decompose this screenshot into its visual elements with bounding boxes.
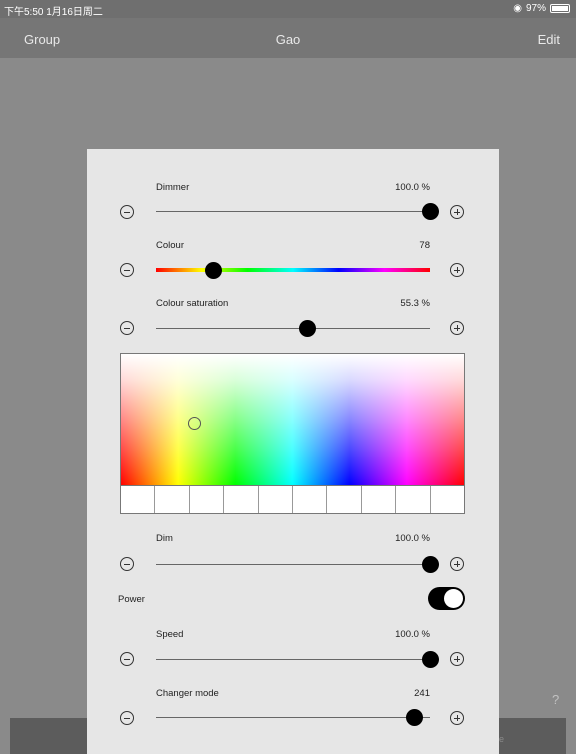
status-bar: 下午5:50 1月16日周二 ◉ 97% [0, 0, 576, 18]
swatch-slot[interactable] [155, 486, 190, 513]
swatch-slot[interactable] [293, 486, 328, 513]
power-toggle[interactable] [428, 587, 465, 610]
fixture-control-panel: Dimmer 100.0 % Colour 78 Colour saturati… [87, 149, 499, 754]
speed-label: Speed [156, 629, 184, 640]
colour-slider-track[interactable] [156, 268, 430, 272]
speed-decrease-button[interactable] [120, 652, 134, 666]
saturation-slider-thumb[interactable] [299, 319, 317, 337]
wifi-icon: ◉ [513, 3, 522, 14]
status-indicators: ◉ 97% [513, 3, 570, 14]
dim-label: Dim [156, 533, 173, 544]
dim-decrease-button[interactable] [120, 557, 134, 571]
dim-slider-thumb[interactable] [421, 555, 439, 573]
colour-decrease-button[interactable] [120, 263, 134, 277]
page-title: Gao [275, 32, 301, 47]
saturation-decrease-button[interactable] [120, 321, 134, 335]
swatch-slot[interactable] [121, 486, 156, 513]
changer-mode-slider-track[interactable] [156, 717, 430, 718]
dim-slider-track[interactable] [156, 564, 430, 565]
colour-increase-button[interactable] [450, 263, 464, 277]
colour-picker-palette[interactable] [120, 353, 465, 514]
edit-button[interactable]: Edit [538, 32, 560, 47]
colour-saturation-label: Colour saturation [156, 298, 229, 309]
swatch-slot[interactable] [189, 486, 225, 513]
saturation-increase-button[interactable] [450, 321, 464, 335]
colour-label: Colour [156, 240, 184, 251]
power-toggle-knob [444, 589, 463, 608]
dim-increase-button[interactable] [450, 557, 464, 571]
dimmer-slider-track[interactable] [156, 211, 430, 212]
saturation-slider-track[interactable] [156, 328, 430, 329]
speed-slider-thumb[interactable] [421, 650, 439, 668]
dimmer-slider-thumb[interactable] [421, 202, 439, 220]
dimmer-value: 100.0 % [395, 182, 430, 193]
swatch-slot[interactable] [327, 486, 362, 513]
speed-value: 100.0 % [395, 629, 430, 640]
changer-mode-value: 241 [414, 688, 430, 699]
speed-increase-button[interactable] [450, 652, 464, 666]
speed-slider-track[interactable] [156, 659, 430, 660]
swatch-slot[interactable] [224, 486, 259, 513]
dimmer-increase-button[interactable] [450, 205, 464, 219]
colour-slider-thumb[interactable] [205, 261, 223, 279]
battery-percent: 97% [525, 3, 546, 14]
swatch-slot[interactable] [258, 486, 294, 513]
dim-value: 100.0 % [395, 533, 430, 544]
dimmer-label: Dimmer [156, 182, 190, 193]
swatch-slot[interactable] [396, 486, 431, 513]
spectrum-white-overlay [121, 354, 464, 485]
colour-saturation-value: 55.3 % [400, 298, 430, 309]
changer-mode-slider-thumb[interactable] [406, 708, 424, 726]
changer-mode-increase-button[interactable] [450, 711, 464, 725]
dimmer-decrease-button[interactable] [120, 205, 134, 219]
status-time-date: 下午5:50 1月16日周二 [4, 7, 103, 18]
help-button[interactable]: ? [552, 692, 559, 707]
changer-mode-label: Changer mode [156, 688, 219, 699]
colour-swatches [121, 485, 464, 513]
colour-picker-cursor[interactable] [188, 417, 201, 430]
changer-mode-decrease-button[interactable] [120, 711, 134, 725]
swatch-slot[interactable] [361, 486, 397, 513]
battery-icon [550, 4, 570, 13]
swatch-slot[interactable] [430, 486, 464, 513]
power-label: Power [118, 594, 145, 605]
colour-value: 78 [419, 240, 430, 251]
navigation-bar: Group Gao Edit [0, 18, 576, 58]
